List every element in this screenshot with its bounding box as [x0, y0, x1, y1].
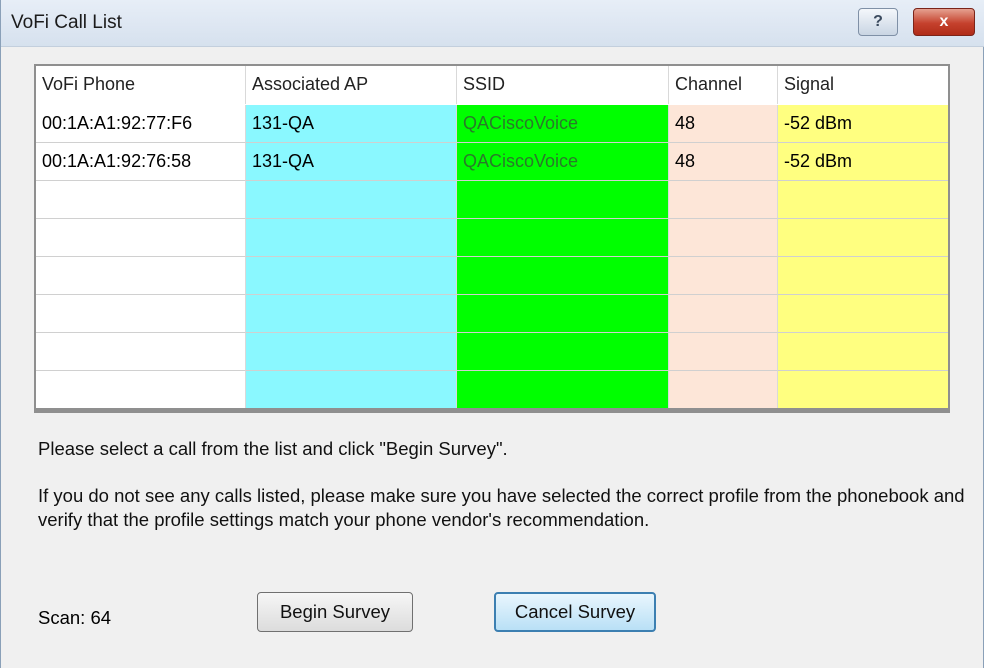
- table-row[interactable]: [36, 333, 948, 371]
- table-cell: [778, 333, 948, 371]
- table-cell: [669, 257, 778, 295]
- table-cell: [457, 219, 669, 257]
- column-header-signal[interactable]: Signal: [778, 66, 948, 104]
- table-cell: 131-QA: [246, 105, 457, 143]
- table-cell: [457, 181, 669, 219]
- table-row[interactable]: [36, 181, 948, 219]
- close-icon: x: [939, 13, 949, 30]
- table-cell: [669, 181, 778, 219]
- column-header-channel[interactable]: Channel: [669, 66, 778, 104]
- scan-count: Scan: 64: [38, 607, 112, 628]
- table-cell: [669, 333, 778, 371]
- table-cell: 48: [669, 105, 778, 143]
- table-cell: [246, 333, 457, 371]
- table-cell: 00:1A:A1:92:76:58: [36, 143, 246, 181]
- table-cell: [778, 295, 948, 333]
- close-button[interactable]: x: [913, 8, 975, 36]
- column-header-associated-ap[interactable]: Associated AP: [246, 66, 457, 104]
- title-bar: VoFi Call List ? x: [1, 0, 984, 47]
- table-cell: 48: [669, 143, 778, 181]
- table-row[interactable]: [36, 371, 948, 408]
- table-cell: QACiscoVoice: [457, 143, 669, 181]
- table-row[interactable]: 00:1A:A1:92:77:F6 131-QA QACiscoVoice 48 -52…: [36, 105, 948, 143]
- table-cell: [36, 257, 246, 295]
- table-cell: [246, 371, 457, 408]
- table-cell: [246, 181, 457, 219]
- table-cell: 00:1A:A1:92:77:F6: [36, 105, 246, 143]
- table-cell: QACiscoVoice: [457, 105, 669, 143]
- table-cell: [457, 295, 669, 333]
- table-cell: 131-QA: [246, 143, 457, 181]
- table-cell: [457, 333, 669, 371]
- column-header-ssid[interactable]: SSID: [457, 66, 669, 104]
- table-cell: [457, 257, 669, 295]
- table-cell: [36, 219, 246, 257]
- table-cell: [778, 181, 948, 219]
- table-cell: [36, 371, 246, 408]
- table-cell: [36, 181, 246, 219]
- table-cell: [246, 219, 457, 257]
- table-cell: [457, 371, 669, 408]
- help-message: If you do not see any calls listed, plea…: [38, 485, 965, 530]
- select-instruction: Please select a call from the list and c…: [38, 438, 508, 459]
- table-row[interactable]: 00:1A:A1:92:76:58 131-QA QACiscoVoice 48 -52…: [36, 143, 948, 181]
- table-cell: [246, 257, 457, 295]
- table-row[interactable]: [36, 219, 948, 257]
- table-cell: [36, 333, 246, 371]
- table-cell: [778, 219, 948, 257]
- begin-survey-button[interactable]: Begin Survey: [257, 592, 413, 632]
- table-cell: [778, 257, 948, 295]
- help-icon: ?: [873, 13, 883, 30]
- table-row[interactable]: [36, 257, 948, 295]
- table-cell: [246, 295, 457, 333]
- table-row[interactable]: [36, 295, 948, 333]
- help-button[interactable]: ?: [858, 8, 898, 36]
- table-cell: -52 dBm: [778, 143, 948, 181]
- column-header-vofi-phone[interactable]: VoFi Phone: [36, 66, 246, 104]
- table-cell: -52 dBm: [778, 105, 948, 143]
- vofi-call-list-dialog: VoFi Call List ? x VoFi Phone Associated…: [0, 0, 984, 668]
- cancel-survey-button[interactable]: Cancel Survey: [494, 592, 656, 632]
- table-cell: [778, 371, 948, 408]
- window-title: VoFi Call List: [11, 12, 122, 33]
- table-cell: [669, 219, 778, 257]
- table-cell: [36, 295, 246, 333]
- call-list[interactable]: VoFi Phone Associated AP SSID Channel Si…: [34, 64, 950, 413]
- table-cell: [669, 371, 778, 408]
- table-cell: [669, 295, 778, 333]
